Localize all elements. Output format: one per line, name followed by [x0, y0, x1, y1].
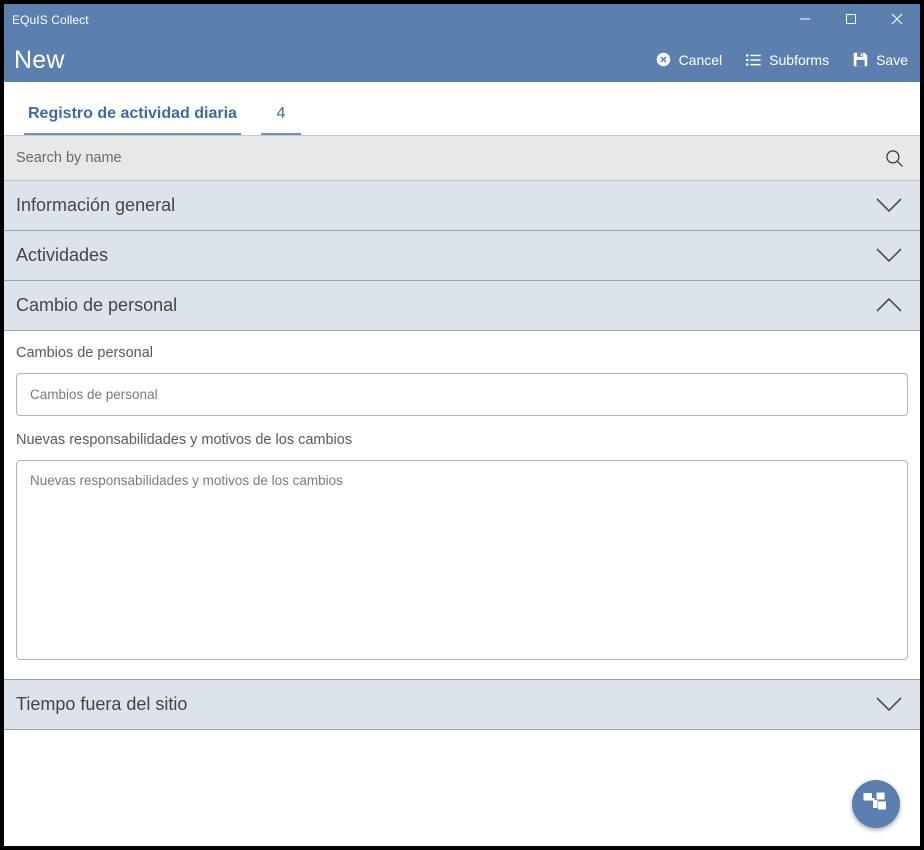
section-title: Tiempo fuera del sitio [16, 694, 188, 714]
chevron-down-icon[interactable] [876, 697, 902, 712]
chevron-up-icon[interactable] [876, 298, 902, 313]
page-title: New [14, 45, 65, 74]
section-header-actividades[interactable]: Actividades [4, 231, 920, 281]
tab-label: Registro de actividad diaria [28, 105, 237, 122]
tab-4[interactable]: 4 [260, 104, 301, 135]
subform-hierarchy-icon [863, 792, 886, 810]
section-header-tiempo-fuera-del-sitio[interactable]: Tiempo fuera del sitio [4, 680, 920, 730]
search-icon[interactable] [885, 149, 904, 168]
section-title: Actividades [16, 245, 109, 265]
chevron-down-icon[interactable] [876, 198, 902, 213]
field-label: Nuevas responsabilidades y motivos de lo… [16, 432, 353, 448]
cancel-button[interactable]: Cancel [656, 51, 723, 68]
subforms-fab-button[interactable] [852, 780, 900, 828]
tab-bar: Registro de actividad diaria 4 [4, 82, 920, 136]
field-cambios-de-personal: Cambios de personal [16, 345, 908, 416]
form-body: Información general Actividades Cambio d… [4, 181, 920, 846]
title-bar: EQuIS Collect [4, 4, 920, 37]
section-header-cambio-de-personal[interactable]: Cambio de personal [4, 281, 920, 331]
section-header-informacion-general[interactable]: Información general [4, 181, 920, 231]
app-window: EQuIS Collect New Cancel Subforms Save R… [4, 4, 920, 846]
list-icon [746, 53, 761, 67]
window-controls [782, 4, 920, 34]
nuevas-responsabilidades-textarea[interactable] [16, 460, 908, 660]
cambios-de-personal-input[interactable] [16, 373, 908, 416]
tab-registro-de-actividad-diaria[interactable]: Registro de actividad diaria [24, 104, 241, 135]
field-label: Cambios de personal [16, 345, 154, 361]
save-button[interactable]: Save [853, 52, 908, 68]
close-button[interactable] [874, 4, 920, 34]
chevron-down-icon[interactable] [876, 248, 902, 263]
cancel-circle-icon [656, 52, 671, 67]
cancel-button-label: Cancel [678, 51, 723, 68]
section-title: Cambio de personal [16, 295, 178, 315]
save-floppy-icon [853, 52, 868, 67]
search-bar [4, 136, 920, 181]
minimize-button[interactable] [782, 4, 828, 34]
search-input[interactable] [16, 136, 727, 180]
tab-label: 4 [276, 105, 286, 122]
save-button-label: Save [876, 51, 908, 68]
command-actions: Cancel Subforms Save [656, 52, 908, 68]
subforms-button[interactable]: Subforms [746, 52, 829, 68]
subforms-button-label: Subforms [769, 51, 830, 68]
section-body-cambio-de-personal: Cambios de personal Nuevas responsabilid… [4, 331, 920, 680]
app-title: EQuIS Collect [12, 13, 89, 27]
command-bar: New Cancel Subforms Save [4, 37, 920, 82]
maximize-button[interactable] [828, 4, 874, 34]
section-title: Información general [16, 195, 176, 215]
body-filler [4, 730, 920, 846]
field-nuevas-responsabilidades: Nuevas responsabilidades y motivos de lo… [16, 432, 908, 665]
